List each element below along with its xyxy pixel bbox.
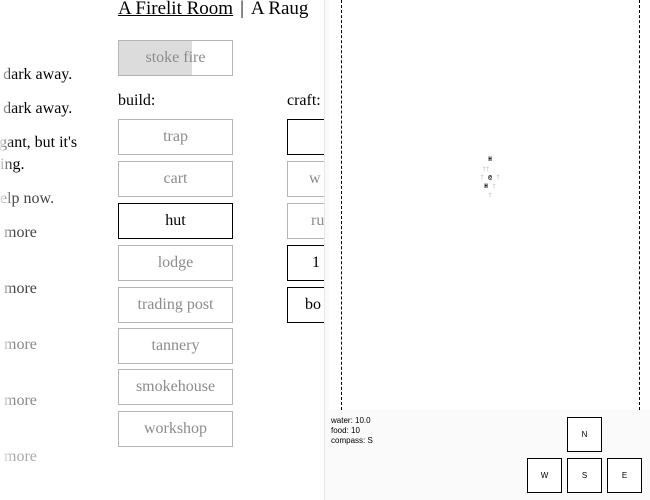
water-stat: water: 10.0 (331, 416, 371, 425)
map-tile: † (496, 174, 500, 181)
location-tab-next[interactable]: A Raug (251, 0, 309, 19)
move-west-button[interactable]: W (527, 458, 562, 493)
log-fade-overlay (0, 0, 14, 500)
event-log: e dark away. e dark away. egant, but it'… (0, 0, 100, 500)
map-tile: †† (482, 166, 490, 173)
stoke-fire-button[interactable]: stoke fire (118, 40, 233, 76)
build-hut-button[interactable]: hut (118, 203, 233, 239)
world-map-panel: H †† † @ † H † † water: 10.0 food: 10 co… (324, 0, 650, 500)
map-hut-marker: H (488, 156, 492, 163)
craft-item-button[interactable]: w (287, 161, 324, 197)
map-player-marker: @ (488, 174, 492, 181)
build-section-title: build: (118, 92, 156, 109)
world-map: H †† † @ † H † † (329, 0, 650, 410)
location-separator: | (240, 0, 244, 19)
expedition-stats: water: 10.0 food: 10 compass: S (331, 416, 373, 446)
move-south-button[interactable]: S (567, 458, 602, 493)
map-border-right (639, 0, 640, 410)
craft-item-button[interactable]: bo (287, 287, 324, 323)
map-border-left (341, 0, 342, 410)
build-smokehouse-button[interactable]: smokehouse (118, 369, 233, 405)
craft-section-title: craft: (287, 92, 321, 109)
map-tile: † (488, 192, 492, 199)
room-panel: A Firelit Room | A Raug e dark away. e dar… (0, 0, 324, 500)
stoke-fire-label: stoke fire (145, 49, 206, 66)
move-east-button[interactable]: E (607, 458, 642, 493)
location-tab-firelit-room[interactable]: A Firelit Room (118, 0, 233, 19)
build-cart-button[interactable]: cart (118, 161, 233, 197)
build-lodge-button[interactable]: lodge (118, 245, 233, 281)
build-trap-button[interactable]: trap (118, 119, 233, 155)
build-trading-post-button[interactable]: trading post (118, 287, 233, 323)
food-stat: food: 10 (331, 426, 360, 435)
build-workshop-button[interactable]: workshop (118, 411, 233, 447)
location-header: A Firelit Room | A Raug (118, 0, 308, 20)
compass-stat: compass: S (331, 436, 373, 445)
map-tile: † (480, 174, 484, 181)
map-tile: † (492, 183, 496, 190)
craft-item-button[interactable]: ru (287, 203, 324, 239)
move-north-button[interactable]: N (567, 417, 602, 452)
craft-item-button[interactable]: 1 (287, 245, 324, 281)
map-hut-marker: H (484, 183, 488, 190)
craft-item-button[interactable] (287, 119, 324, 155)
build-tannery-button[interactable]: tannery (118, 328, 233, 364)
